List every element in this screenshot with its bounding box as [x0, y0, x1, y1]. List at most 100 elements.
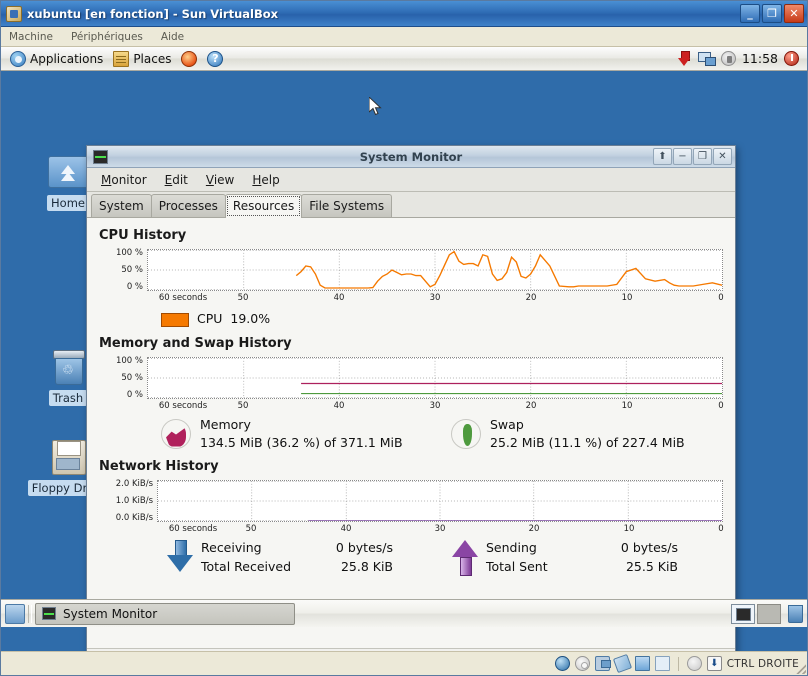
total-received-value: 25.8 KiB [340, 559, 393, 574]
swap-label: Swap [490, 417, 524, 432]
cpu-legend: CPU 19.0% [99, 311, 723, 327]
applications-icon [10, 50, 26, 67]
firefox-launcher[interactable] [176, 48, 202, 70]
host-key-label: CTRL DROITE [726, 657, 799, 670]
memory-swap-plot [147, 357, 723, 399]
net-x-tick-60: 60 seconds [168, 524, 218, 534]
vbox-close-button[interactable]: ✕ [784, 4, 804, 23]
menu-help[interactable]: Help [244, 170, 287, 190]
cpu-color-swatch [161, 313, 189, 327]
shared-folder-icon[interactable] [634, 656, 650, 671]
applications-label: Applications [30, 51, 104, 66]
cpu-y-tick-0: 0 % [126, 282, 143, 292]
menu-monitor[interactable]: Monitor [93, 170, 155, 190]
vbox-resize-grip[interactable] [795, 663, 806, 674]
cpu-y-tick-50: 50 % [121, 265, 143, 275]
system-monitor-title: System Monitor [359, 149, 463, 164]
virtualbox-title: xubuntu [en fonction] - Sun VirtualBox [27, 6, 279, 21]
tab-processes[interactable]: Processes [150, 193, 226, 217]
display-icon[interactable] [654, 656, 670, 671]
vbox-menu-peripheriques[interactable]: Périphériques [71, 31, 143, 43]
usb-icon[interactable] [612, 653, 632, 674]
applications-menu-button[interactable]: Applications [5, 48, 108, 70]
net-y-tick-2: 2.0 KiB/s [115, 479, 153, 489]
net-x-tick-0: 0 [718, 524, 724, 534]
workspace-2[interactable] [757, 603, 781, 624]
system-monitor-titlebar[interactable]: System Monitor ⬆ − ❐ ✕ [87, 146, 735, 168]
help-launcher[interactable]: ? [202, 48, 228, 70]
taskbar-item-system-monitor[interactable]: System Monitor [35, 602, 295, 625]
total-sent-label: Total Sent [486, 559, 548, 574]
cpu-x-tick-20: 20 [525, 293, 537, 303]
cpu-x-axis: 60 seconds 50 40 30 20 10 0 [147, 291, 724, 305]
desktop-icon-trash-label: Trash [48, 390, 88, 406]
sm-minimize-button[interactable]: − [673, 148, 692, 165]
volume-icon[interactable] [720, 51, 736, 66]
cpu-x-tick-10: 10 [621, 293, 633, 303]
hdd-icon[interactable] [554, 656, 570, 671]
panel-clock[interactable]: 11:58 [742, 51, 778, 66]
host-key-icon: ⬇ [706, 656, 722, 671]
places-menu-button[interactable]: Places [108, 48, 176, 70]
vbox-minimize-button[interactable]: _ [740, 4, 760, 23]
logout-icon[interactable] [784, 51, 799, 66]
menu-view[interactable]: View [198, 170, 242, 190]
network-icon[interactable] [594, 656, 611, 671]
vbox-menu-machine[interactable]: Machine [9, 31, 53, 43]
system-monitor-menubar: Monitor Edit View Help [87, 168, 735, 192]
memory-value: 134.5 MiB (36.2 %) of 371.1 MiB [200, 435, 403, 450]
cpu-history-title: CPU History [99, 228, 187, 243]
receiving-label: Receiving [201, 540, 262, 555]
network-manager-icon[interactable] [697, 51, 716, 66]
desktop-icon-home-label: Home [47, 195, 89, 211]
show-desktop-icon[interactable] [5, 603, 25, 624]
virtualbox-window-controls: _ ❐ ✕ [740, 4, 804, 23]
trash-icon: ♲ [46, 347, 90, 387]
mem-y-tick-0: 0 % [126, 390, 143, 400]
workspace-1[interactable] [731, 603, 755, 624]
arrow-up-icon [452, 540, 478, 576]
memory-legend-item: Memory 134.5 MiB (36.2 %) of 371.1 MiB [161, 417, 451, 450]
network-history-section: Network History 2.0 KiB/s 1.0 KiB/s 0.0 … [99, 459, 724, 576]
net-y-tick-0: 0.0 KiB/s [115, 513, 153, 523]
net-x-tick-50: 50 [245, 524, 257, 534]
sm-close-button[interactable]: ✕ [713, 148, 732, 165]
net-x-tick-20: 20 [528, 524, 540, 534]
sm-shade-button[interactable]: ⬆ [653, 148, 672, 165]
tab-resources[interactable]: Resources [224, 193, 303, 218]
xfce-bottom-panel: System Monitor [1, 599, 807, 627]
mem-x-tick-10: 10 [621, 401, 633, 411]
menu-edit[interactable]: Edit [157, 170, 196, 190]
system-monitor-icon [93, 149, 108, 164]
workspace-switcher [731, 603, 803, 624]
system-monitor-window: System Monitor ⬆ − ❐ ✕ Monitor Edit View… [86, 145, 736, 651]
virtualbox-window: xubuntu [en fonction] - Sun VirtualBox _… [0, 0, 808, 676]
total-sent-value: 25.5 KiB [625, 559, 678, 574]
taskbar-item-label: System Monitor [63, 606, 158, 621]
tab-file-systems[interactable]: File Systems [301, 193, 393, 217]
update-manager-icon[interactable] [677, 50, 692, 67]
network-history-title: Network History [99, 459, 219, 474]
tab-system[interactable]: System [91, 193, 152, 217]
vbox-menu-aide[interactable]: Aide [161, 31, 184, 43]
system-monitor-statusbar [87, 648, 735, 651]
total-received-label: Total Received [201, 559, 292, 574]
cd-icon[interactable] [574, 656, 590, 671]
statusbar-divider [677, 656, 679, 671]
net-x-tick-10: 10 [623, 524, 635, 534]
trash-icon[interactable] [788, 604, 803, 623]
receiving-legend-item: Receiving 0 bytes/s Total Received 25.8 … [167, 540, 452, 574]
memory-swap-section: Memory and Swap History 100 % 50 % 0 % 6… [99, 336, 724, 450]
vbox-maximize-button[interactable]: ❐ [762, 4, 782, 23]
mem-x-tick-60: 60 seconds [158, 401, 208, 411]
swap-value: 25.2 MiB (11.1 %) of 227.4 MiB [490, 435, 685, 450]
cpu-history-section: CPU History 100 % 50 % 0 % 60 seconds 50… [99, 228, 724, 327]
cpu-legend-name: CPU [197, 311, 223, 326]
panel-separator [28, 604, 32, 623]
virtualbox-statusbar: ⬇ CTRL DROITE [1, 651, 807, 675]
net-x-tick-40: 40 [340, 524, 352, 534]
virtualbox-icon [6, 5, 22, 22]
network-x-axis: 60 seconds 50 40 30 20 10 0 [157, 522, 724, 536]
firefox-icon [181, 50, 198, 67]
sm-maximize-button[interactable]: ❐ [693, 148, 712, 165]
